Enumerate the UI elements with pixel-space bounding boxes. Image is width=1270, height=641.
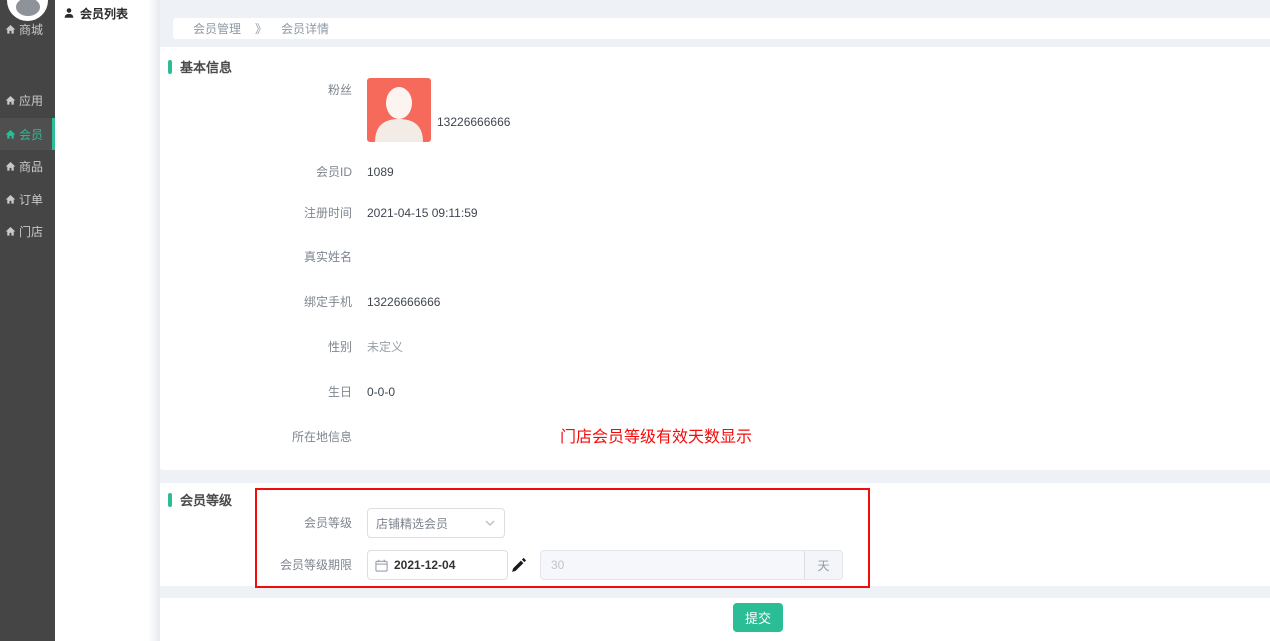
fan-phone-value: 13226666666 bbox=[437, 114, 510, 130]
sidebar-item-label: 商品 bbox=[19, 158, 43, 175]
sidebar-item-orders[interactable]: 订单 bbox=[0, 184, 55, 214]
member-avatar bbox=[367, 78, 431, 142]
sidebar-item-label: 应用 bbox=[19, 92, 43, 109]
field-label: 所在地信息 bbox=[160, 429, 352, 445]
field-row-level: 会员等级 bbox=[160, 515, 352, 531]
field-label: 会员等级期限 bbox=[160, 557, 352, 573]
field-label: 真实姓名 bbox=[160, 249, 352, 265]
field-label: 会员ID bbox=[160, 164, 352, 180]
field-row-real-name: 真实姓名 bbox=[160, 249, 367, 265]
days-unit-suffix: 天 bbox=[804, 551, 842, 579]
field-row-gender: 性别 未定义 bbox=[160, 339, 403, 355]
sidebar-item-label: 门店 bbox=[19, 223, 43, 240]
field-value: 2021-04-15 09:11:59 bbox=[367, 206, 478, 220]
field-label: 性别 bbox=[160, 339, 352, 355]
member-level-select[interactable]: 店铺精选会员 bbox=[367, 508, 505, 538]
field-label: 粉丝 bbox=[160, 82, 352, 98]
secondary-sidebar: 会员列表 bbox=[55, 0, 160, 641]
field-row-birthday: 生日 0-0-0 bbox=[160, 384, 395, 400]
home-icon bbox=[5, 95, 16, 106]
chevron-down-icon bbox=[484, 517, 496, 529]
footer-bar: 提交 bbox=[160, 598, 1270, 641]
home-icon bbox=[5, 194, 16, 205]
sidebar-item-apps[interactable]: 应用 bbox=[0, 85, 55, 115]
home-icon bbox=[5, 129, 16, 140]
sidebar-item-goods[interactable]: 商品 bbox=[0, 151, 55, 181]
breadcrumb: 会员管理 》 会员详情 bbox=[173, 18, 1270, 39]
submit-button[interactable]: 提交 bbox=[733, 603, 783, 632]
field-row-member-id: 会员ID 1089 bbox=[160, 164, 394, 180]
field-value: 1089 bbox=[367, 165, 394, 179]
sidebar-item-stores[interactable]: 门店 bbox=[0, 216, 55, 246]
annotation-text: 门店会员等级有效天数显示 bbox=[560, 423, 752, 447]
field-row-bound-phone: 绑定手机 13226666666 bbox=[160, 294, 440, 310]
section-accent-bar bbox=[168, 60, 172, 74]
field-label: 注册时间 bbox=[160, 205, 352, 221]
breadcrumb-member-detail: 会员详情 bbox=[281, 20, 329, 37]
home-icon bbox=[5, 24, 16, 35]
submenu-item-label: 会员列表 bbox=[80, 5, 128, 22]
field-label: 绑定手机 bbox=[160, 294, 352, 310]
sidebar-shadow bbox=[148, 0, 160, 641]
avatar-person-icon bbox=[367, 78, 431, 142]
field-label: 会员等级 bbox=[160, 515, 352, 531]
calendar-icon bbox=[375, 559, 388, 572]
select-value: 店铺精选会员 bbox=[376, 515, 484, 532]
home-icon bbox=[5, 226, 16, 237]
section-title-basic-info: 基本信息 bbox=[168, 57, 232, 76]
level-expiry-date-input[interactable]: 2021-12-04 bbox=[367, 550, 508, 580]
member-level-panel: 会员等级 会员等级 店铺精选会员 会员等级期限 2021-12-04 30 天 bbox=[160, 483, 1270, 586]
field-row-register-time: 注册时间 2021-04-15 09:11:59 bbox=[160, 205, 478, 221]
sidebar-item-label: 订单 bbox=[19, 191, 43, 208]
home-icon bbox=[5, 161, 16, 172]
valid-days-input-group: 30 天 bbox=[540, 550, 843, 580]
user-icon bbox=[63, 7, 75, 19]
field-label: 生日 bbox=[160, 384, 352, 400]
main-content: 会员管理 》 会员详情 基本信息 粉丝 13226666666 会员ID 1089 bbox=[160, 0, 1270, 641]
date-value: 2021-12-04 bbox=[394, 558, 455, 572]
submenu-item-member-list[interactable]: 会员列表 bbox=[55, 0, 160, 26]
section-title-member-level: 会员等级 bbox=[168, 490, 232, 509]
breadcrumb-separator: 》 bbox=[255, 20, 267, 37]
valid-days-input[interactable]: 30 bbox=[541, 551, 804, 579]
section-accent-bar bbox=[168, 493, 172, 507]
sidebar-item-label: 商城 bbox=[19, 21, 43, 38]
sidebar-item-mall[interactable]: 商城 bbox=[0, 14, 55, 44]
edit-pencil-icon[interactable] bbox=[511, 557, 527, 573]
sidebar-item-members[interactable]: 会员 bbox=[0, 118, 55, 150]
field-row-fan: 粉丝 bbox=[160, 82, 352, 98]
field-value: 0-0-0 bbox=[367, 385, 395, 399]
breadcrumb-member-management[interactable]: 会员管理 bbox=[193, 20, 241, 37]
field-value: 13226666666 bbox=[367, 295, 440, 309]
field-value: 未定义 bbox=[367, 340, 403, 354]
field-row-location: 所在地信息 bbox=[160, 429, 367, 445]
app-root: 商城 应用 会员 商品 订单 门店 会员列表 bbox=[0, 0, 1270, 641]
basic-info-panel: 基本信息 粉丝 13226666666 会员ID 1089 注册时间 2021-04… bbox=[160, 47, 1270, 470]
sidebar-item-label: 会员 bbox=[19, 126, 43, 143]
field-row-level-term: 会员等级期限 bbox=[160, 557, 352, 573]
primary-sidebar: 商城 应用 会员 商品 订单 门店 bbox=[0, 0, 55, 641]
